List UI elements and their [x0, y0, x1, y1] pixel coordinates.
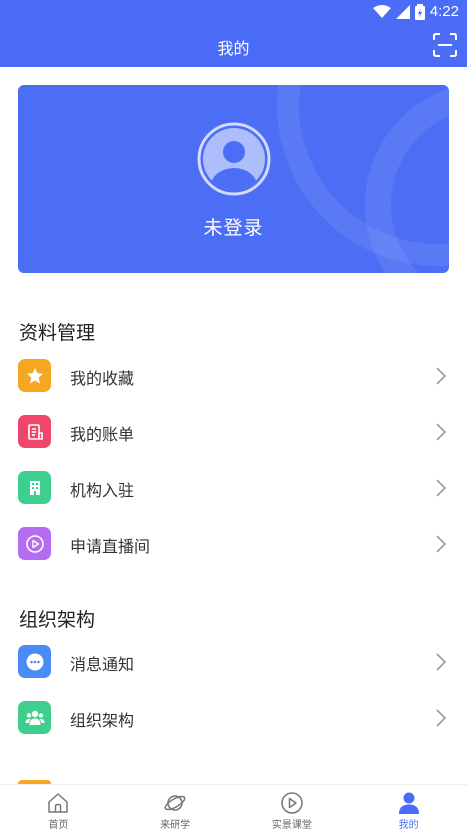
scan-icon[interactable]: [432, 32, 458, 58]
menu-item-notifications[interactable]: 消息通知: [0, 634, 467, 690]
menu-item-bills[interactable]: 我的账单: [0, 404, 467, 460]
chevron-right-icon: [436, 535, 447, 553]
menu-item-favorites[interactable]: 我的收藏: [0, 348, 467, 404]
wifi-icon: [372, 4, 391, 18]
section-title-organization: 组织架构: [19, 609, 96, 631]
tab-live-classroom[interactable]: 实景课堂: [234, 785, 351, 833]
building-icon: [18, 471, 51, 504]
tab-label: 首页: [48, 820, 69, 831]
section-title-data-management: 资料管理: [19, 322, 96, 344]
profile-card[interactable]: 未登录: [18, 85, 449, 273]
chevron-right-icon: [436, 423, 447, 441]
tab-label: 实景课堂: [271, 820, 312, 831]
menu-label: 申请直播间: [70, 537, 151, 556]
page-title: 我的: [217, 39, 250, 58]
menu-label: 我的收藏: [70, 369, 135, 388]
menu-label: 我的账单: [70, 425, 135, 444]
signal-icon: [395, 4, 410, 19]
bill-icon: [18, 415, 51, 448]
status-bar: 4:22: [0, 0, 467, 26]
menu-item-institution[interactable]: 机构入驻: [0, 460, 467, 516]
status-icons: 4:22: [372, 3, 459, 20]
tab-home[interactable]: 首页: [0, 785, 117, 833]
menu-item-organization[interactable]: 组织架构: [0, 690, 467, 746]
tab-research[interactable]: 来研学: [117, 785, 234, 833]
play-circle-icon: [281, 792, 303, 814]
bottom-tab-bar: 首页 来研学 实景课堂 我的: [0, 784, 467, 833]
menu-label: 机构入驻: [70, 481, 135, 500]
menu-label: 组织架构: [70, 711, 135, 730]
play-icon: [18, 527, 51, 560]
chevron-right-icon: [436, 653, 447, 671]
chevron-right-icon: [436, 479, 447, 497]
home-icon: [48, 793, 69, 813]
group-icon: [18, 701, 51, 734]
user-icon: [398, 792, 419, 814]
login-status[interactable]: 未登录: [18, 213, 449, 240]
tab-label: 来研学: [160, 820, 191, 831]
planet-icon: [164, 795, 186, 811]
chevron-right-icon: [436, 709, 447, 727]
battery-icon: [414, 3, 425, 20]
chevron-right-icon: [436, 367, 447, 385]
menu-item-live-room[interactable]: 申请直播间: [0, 516, 467, 572]
tab-label: 我的: [398, 820, 419, 831]
avatar[interactable]: [197, 122, 271, 196]
menu-label: 消息通知: [70, 655, 135, 674]
tab-mine[interactable]: 我的: [350, 785, 467, 833]
message-icon: [18, 645, 51, 678]
app-bar: 我的: [0, 26, 467, 67]
star-icon: [18, 359, 51, 392]
status-time: 4:22: [429, 3, 459, 20]
